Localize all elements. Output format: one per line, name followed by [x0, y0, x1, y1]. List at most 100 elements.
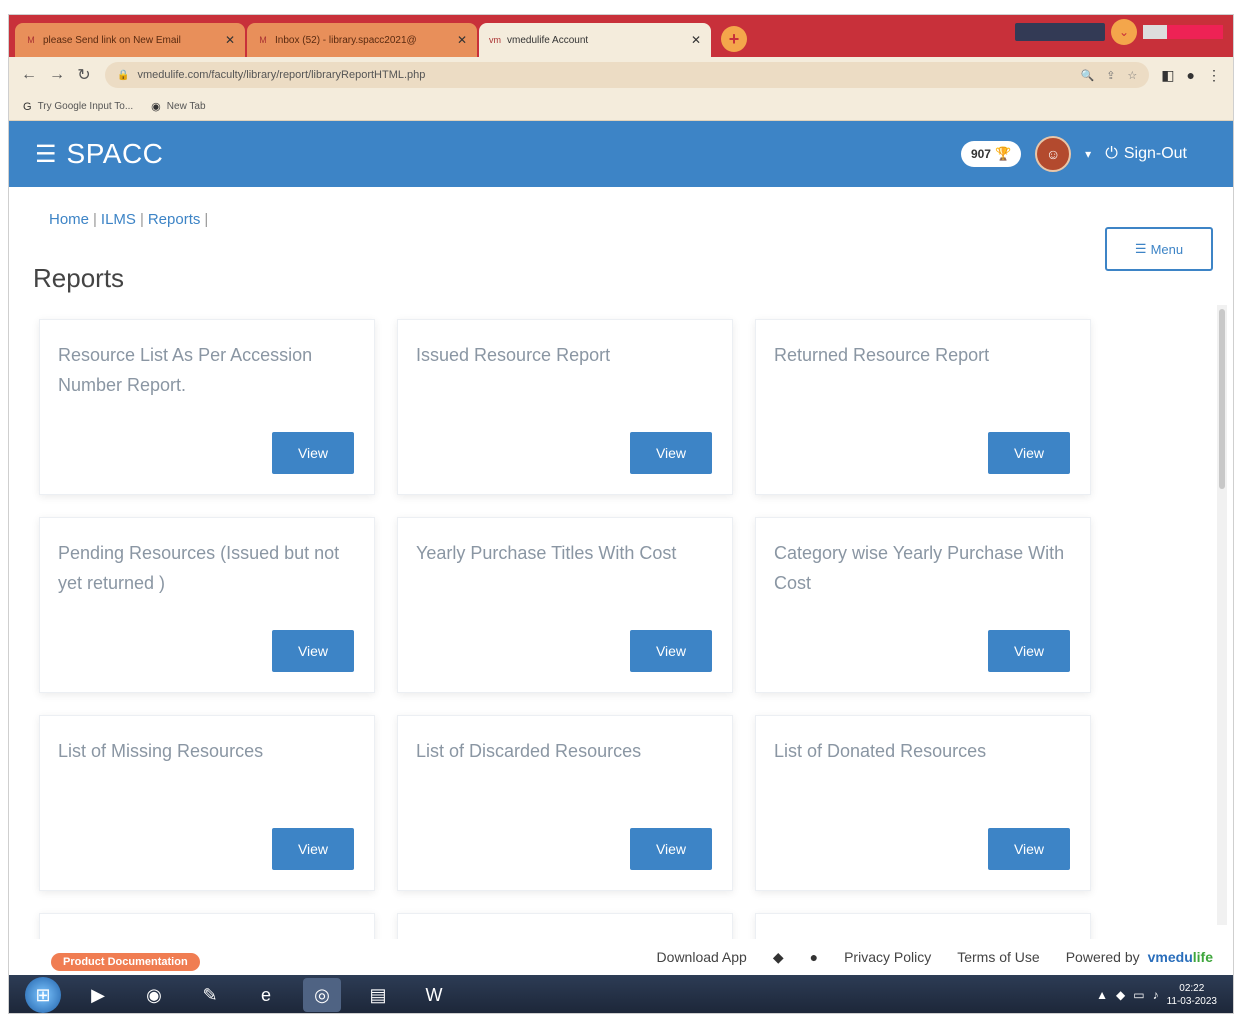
avatar[interactable]: ☺: [1035, 136, 1072, 172]
share-icon[interactable]: ⇪: [1106, 69, 1115, 82]
new-tab-button[interactable]: +: [721, 26, 747, 52]
browser-tab-active[interactable]: vm vmedulife Account ✕: [479, 23, 711, 57]
os-taskbar: ⊞ ▶ ◉ ✎ e ◎ ▤ W ▲ ◆ ▭ ♪ 02:22 11-03-2023: [9, 975, 1233, 1013]
view-button[interactable]: View: [988, 432, 1070, 474]
window-buttons[interactable]: [1143, 25, 1223, 39]
bookmark-star-icon[interactable]: ☆: [1127, 69, 1137, 82]
app-header: ☰ SPACC 907 🏆 ☺ ▾ ⏻ Sign-Out: [9, 121, 1233, 187]
points-badge[interactable]: 907 🏆: [960, 141, 1022, 167]
clock[interactable]: 02:22 11-03-2023: [1167, 982, 1217, 1008]
view-button[interactable]: View: [272, 432, 354, 474]
security-icon[interactable]: ◆: [1116, 988, 1125, 1002]
firefox-icon[interactable]: ◉: [135, 978, 173, 1012]
report-card: Returned Resource Report View: [755, 319, 1091, 495]
trophy-icon: 🏆: [994, 146, 1012, 161]
menu-label: Menu: [1150, 241, 1184, 257]
browser-tab[interactable]: M Inbox (52) - library.spacc2021@ ✕: [247, 23, 477, 57]
tab-search-icon[interactable]: ⌄: [1111, 19, 1137, 45]
breadcrumb-home[interactable]: Home: [49, 211, 89, 228]
close-tab-icon[interactable]: ✕: [225, 33, 235, 47]
signout-button[interactable]: ⏻ Sign-Out: [1105, 145, 1187, 163]
view-button[interactable]: View: [272, 630, 354, 672]
window-controls: ⌄: [1015, 19, 1223, 45]
report-card: List of Discarded Resources View: [397, 715, 733, 891]
globe-icon: ◉: [151, 101, 161, 113]
tools-icon[interactable]: ✎: [191, 978, 229, 1012]
breadcrumb-reports[interactable]: Reports: [148, 211, 201, 228]
power-icon: ⏻: [1105, 145, 1118, 162]
apple-icon[interactable]: ●: [810, 949, 818, 965]
chevron-down-icon[interactable]: ▾: [1085, 147, 1091, 161]
url-box[interactable]: 🔒 🔍 ⇪ ☆: [105, 62, 1150, 88]
word-icon[interactable]: W: [415, 978, 453, 1012]
start-button[interactable]: ⊞: [25, 977, 61, 1013]
menu-button[interactable]: ☰ Menu: [1105, 227, 1213, 271]
back-icon[interactable]: ←: [21, 66, 37, 84]
bookmark-label: New Tab: [166, 101, 206, 112]
lock-icon[interactable]: 🔒: [117, 70, 129, 81]
system-tray: ▲ ◆ ▭ ♪ 02:22 11-03-2023: [1096, 982, 1217, 1008]
zoom-icon[interactable]: 🔍: [1081, 69, 1095, 82]
report-title: List of Missing Resources: [58, 741, 264, 761]
tab-title: Inbox (52) - library.spacc2021@: [275, 34, 417, 46]
report-title: Returned Resource Report: [774, 345, 990, 365]
forward-icon[interactable]: →: [49, 66, 65, 84]
chrome-icon[interactable]: ◎: [303, 978, 341, 1012]
privacy-policy-link[interactable]: Privacy Policy: [844, 949, 931, 965]
logo-part-b: life: [1192, 949, 1213, 965]
more-menu-icon[interactable]: ⋮: [1207, 67, 1221, 84]
bookmarks-bar: G Try Google Input To... ◉ New Tab: [9, 93, 1233, 121]
report-card: Yearly Purchase Titles With Cost View: [397, 517, 733, 693]
media-player-icon[interactable]: ▶: [79, 978, 117, 1012]
terms-of-use-link[interactable]: Terms of Use: [957, 949, 1039, 965]
screen: M please Send link on New Email ✕ M Inbo…: [8, 14, 1234, 1014]
android-icon[interactable]: ◆: [773, 949, 784, 966]
view-button[interactable]: View: [630, 432, 712, 474]
view-button[interactable]: View: [630, 828, 712, 870]
breadcrumb-ilms[interactable]: ILMS: [101, 211, 136, 228]
volume-icon[interactable]: ♪: [1153, 988, 1159, 1002]
list-icon: ☰: [1134, 241, 1147, 256]
view-button[interactable]: View: [272, 828, 354, 870]
footer: Product Documentation Download App ◆ ● P…: [9, 939, 1233, 975]
file-explorer-icon[interactable]: ▤: [359, 978, 397, 1012]
vmedulife-logo[interactable]: vmedulife: [1148, 949, 1213, 965]
close-tab-icon[interactable]: ✕: [691, 33, 701, 47]
report-card: Issued Resource Report View: [397, 319, 733, 495]
bookmark-item[interactable]: G Try Google Input To...: [23, 101, 133, 113]
product-documentation-link[interactable]: Product Documentation: [51, 953, 200, 971]
profile-icon[interactable]: ●: [1187, 67, 1195, 83]
browser-tab[interactable]: M please Send link on New Email ✕: [15, 23, 245, 57]
tab-title: vmedulife Account: [507, 34, 589, 46]
gmail-icon: M: [27, 35, 35, 45]
hamburger-icon[interactable]: ☰: [35, 140, 57, 169]
report-title: Pending Resources (Issued but not yet re…: [58, 543, 340, 593]
close-tab-icon[interactable]: ✕: [457, 33, 467, 47]
network-icon[interactable]: ▲: [1096, 988, 1108, 1002]
report-card: Resource List As Per Accession Number Re…: [39, 319, 375, 495]
report-card: Category wise Yearly Purchase With Cost …: [755, 517, 1091, 693]
scrollbar-thumb[interactable]: [1219, 309, 1225, 489]
report-title: Yearly Purchase Titles With Cost: [416, 543, 677, 563]
gmail-icon: M: [259, 35, 267, 45]
sidebar-icon[interactable]: ◧: [1161, 67, 1174, 84]
internet-explorer-icon[interactable]: e: [247, 978, 285, 1012]
view-button[interactable]: View: [630, 630, 712, 672]
view-button[interactable]: View: [988, 828, 1070, 870]
report-card: List of Missing Resources View: [39, 715, 375, 891]
reports-grid: Resource List As Per Accession Number Re…: [39, 319, 1091, 891]
tab-title: please Send link on New Email: [43, 34, 181, 46]
url-input[interactable]: [137, 69, 1069, 81]
scrollbar[interactable]: [1217, 305, 1227, 925]
header-actions: 907 🏆 ☺ ▾ ⏻ Sign-Out: [960, 136, 1187, 172]
clock-date: 11-03-2023: [1166, 996, 1217, 1007]
view-button[interactable]: View: [988, 630, 1070, 672]
download-app-label: Download App: [656, 949, 747, 965]
signout-label: Sign-Out: [1123, 145, 1187, 162]
report-title: List of Discarded Resources: [416, 741, 642, 761]
bookmark-item[interactable]: ◉ New Tab: [151, 100, 205, 113]
reload-icon[interactable]: ↻: [77, 65, 91, 85]
battery-icon[interactable]: ▭: [1133, 988, 1144, 1002]
report-title: Resource List As Per Accession Number Re…: [58, 345, 313, 395]
app-brand[interactable]: SPACC: [67, 138, 164, 170]
